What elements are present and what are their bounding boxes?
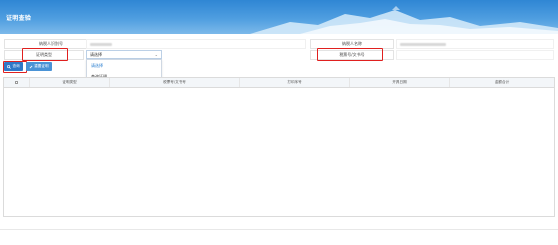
ticket-no-highlight [317,48,383,61]
column-header: 税票号/文书号 [110,78,240,87]
taxpayer-name-redacted [400,42,446,46]
select-all-checkbox[interactable] [14,80,19,85]
column-header: 开具日期 [350,78,450,87]
ticket-no-field[interactable] [396,50,554,60]
dropdown-option[interactable]: 请选择 [87,60,161,71]
taxpayer-id-field[interactable] [86,39,306,49]
select-all-cell[interactable] [4,78,30,87]
cert-type-highlight [22,48,68,61]
page-title: 证明查验 [6,15,32,22]
column-header: 打印序号 [240,78,350,87]
search-icon [7,64,11,69]
column-header: 证明类型 [30,78,110,87]
table-header: 证明类型 税票号/文书号 打印序号 开具日期 金额合计 [4,78,554,88]
taxpayer-name-field[interactable] [396,39,554,49]
toolbar: 查询 重置证明 [4,62,52,72]
cert-type-select-value: 请选择 [90,51,102,57]
pencil-icon [29,65,33,68]
query-button[interactable]: 查询 [4,62,23,71]
query-button-label: 查询 [12,64,20,68]
chevron-down-icon: ⌄ [154,52,158,57]
reset-cert-button-label: 重置证明 [34,64,49,68]
mountain-banner-icon [250,6,558,34]
divider [0,229,558,230]
taxpayer-id-redacted [90,42,112,46]
results-table: 证明类型 税票号/文书号 打印序号 开具日期 金额合计 [3,77,555,217]
cert-type-select[interactable]: 请选择 ⌄ [86,50,162,59]
column-header: 金额合计 [494,80,510,84]
page-header: 证明查验 [0,0,558,34]
reset-cert-button[interactable]: 重置证明 [25,62,52,71]
